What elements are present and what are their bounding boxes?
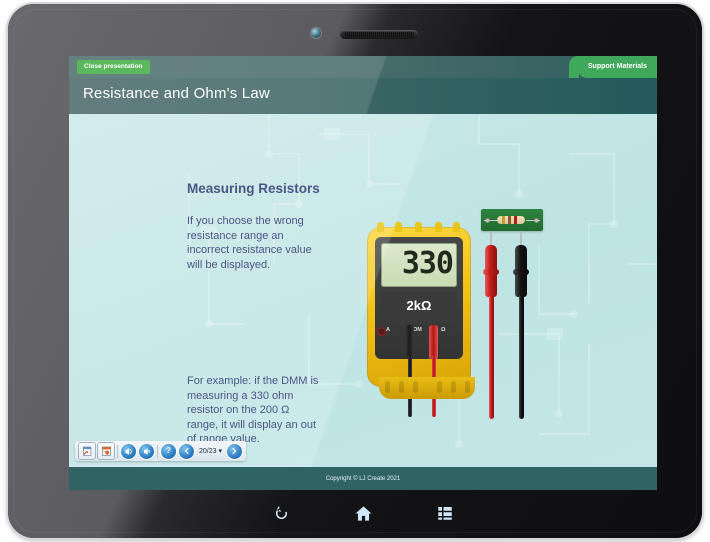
question-icon: ? [166,446,171,455]
port-label-a: A [386,327,390,333]
audio-mute-button[interactable] [139,443,154,459]
meter-port-labels: A COM Ω [381,327,457,339]
app-header: Close presentation Support Materials Res… [69,56,657,114]
boot-ridge [465,381,470,393]
resistor-band-2 [508,216,511,224]
tablet-device: Close presentation Support Materials Res… [8,4,702,538]
red-probe-cable [488,295,494,419]
boot-ridge [413,381,418,393]
close-presentation-button[interactable]: Close presentation [77,60,150,74]
front-camera-icon [311,28,321,38]
toolbar-divider [157,444,158,458]
audio-replay-button[interactable] [121,443,136,459]
meter-range-value: 2kΩ [406,298,432,313]
resistor-body [497,216,525,224]
help-button[interactable]: ? [161,443,176,459]
meter-range-panel: 2kΩ [381,292,457,322]
meter-nub [377,222,384,232]
back-icon [275,505,287,519]
glossary-icon [101,446,111,456]
meter-nub [435,222,442,232]
resistor-band-3 [514,216,517,224]
black-probe-cable [518,295,524,419]
resistor-lead-left [484,219,498,221]
android-home-button[interactable] [352,502,374,524]
slide-content: Measuring Resistors If you choose the wr… [69,114,657,467]
support-materials-button[interactable]: Support Materials [568,56,657,78]
notes-tool-button[interactable] [79,443,95,459]
glossary-tool-button[interactable] [98,443,114,459]
meter-boot [379,377,475,399]
meter-reading: 330 [401,246,454,281]
speaker-mesh [344,32,414,37]
slide-paragraph-1: If you choose the wrong resistance range… [187,215,312,271]
audio-replay-icon [125,447,132,455]
speaker-grille [340,30,418,39]
resistor-lead-right [526,219,540,221]
red-probe-collar [483,269,499,275]
red-banana-plug [429,325,438,359]
notes-icon [82,446,91,456]
home-icon [355,505,371,521]
boot-ridge [385,381,390,393]
android-recents-button[interactable] [434,502,456,524]
resistor-band-1 [502,216,505,224]
next-page-button[interactable] [226,443,242,459]
digital-multimeter: 330 2kΩ A COM Ω [367,222,475,417]
speaker-icon [143,447,151,455]
page-indicator-dropdown[interactable]: 20/23 ▾ [197,447,224,455]
meter-nub [395,222,402,232]
android-navigation-bar [69,492,657,534]
player-toolbar: ? 20/23 ▾ [75,441,246,461]
previous-page-button[interactable] [179,443,194,459]
meter-nub [415,222,422,232]
toolbar-divider [117,444,118,458]
slide-paragraph-2: For example: if the DMM is measuring a 3… [187,375,319,446]
meter-faceplate: 330 2kΩ A COM Ω [375,237,463,359]
meter-jack-a [377,327,386,336]
page-title: Resistance and Ohm's Law [83,85,270,102]
android-back-button[interactable] [270,502,292,524]
boot-ridge [399,381,404,393]
boot-ridge [437,381,442,393]
slide-heading: Measuring Resistors [187,181,320,196]
black-banana-plug [405,325,414,359]
meter-lcd-display: 330 [381,243,457,287]
recents-icon [438,507,452,520]
meter-jack-a-inner [379,329,384,334]
tablet-screen: Close presentation Support Materials Res… [69,56,657,490]
meter-nub [453,222,460,232]
copyright-footer: Copyright © LJ Create 2021 [69,467,657,490]
black-probe-collar [513,269,529,275]
chevron-left-icon [184,447,189,455]
port-label-ohm: Ω [441,327,446,333]
pcb-board [481,209,543,231]
multimeter-illustration: 330 2kΩ A COM Ω [359,209,559,439]
boot-ridge [451,381,456,393]
chevron-right-icon [232,447,237,455]
